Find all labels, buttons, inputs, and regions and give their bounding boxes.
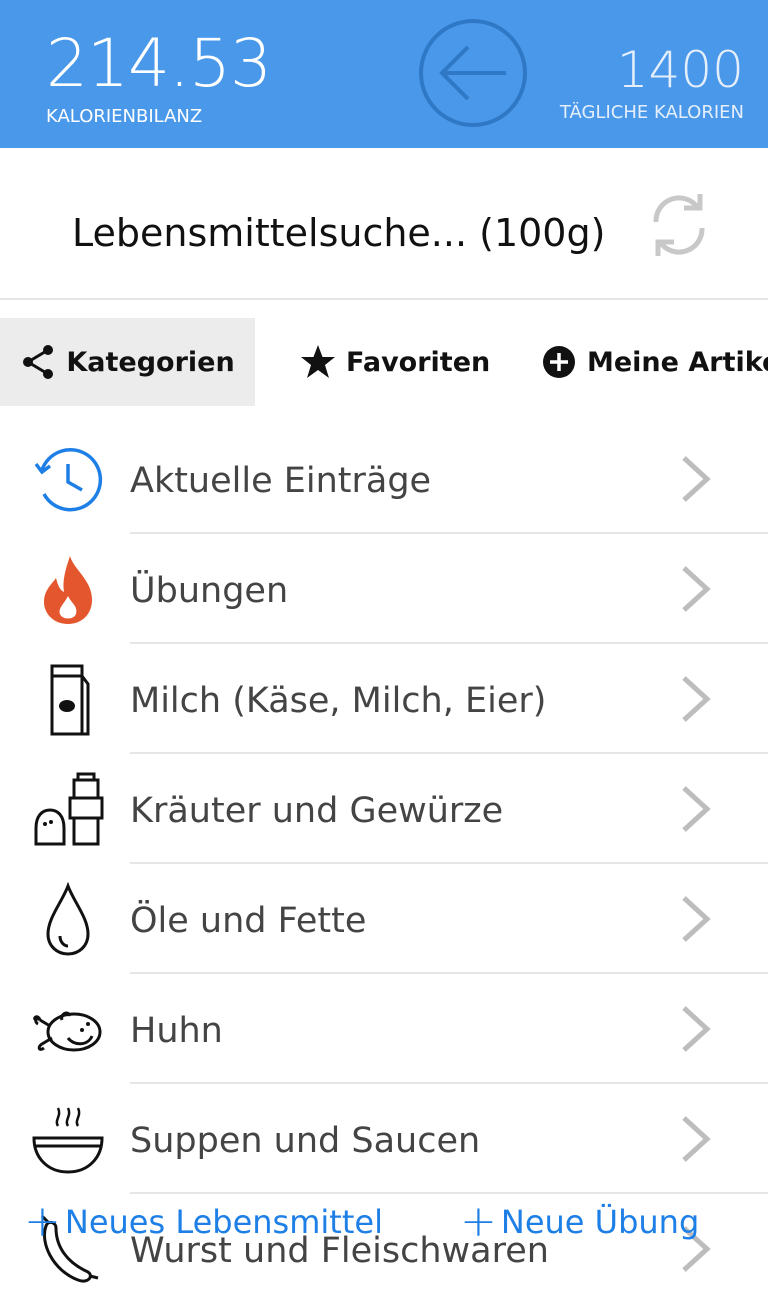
list-item-label: Öle und Fette: [130, 901, 367, 941]
chevron-right-icon: [682, 896, 711, 942]
new-food-button[interactable]: + Neues Lebensmittel: [24, 1200, 383, 1244]
salt-pepper-icon: [30, 772, 106, 848]
list-item-aktuelle-eintraege[interactable]: Aktuelle Einträge: [0, 424, 768, 534]
chevron-right-icon: [682, 1006, 711, 1052]
list-item-label: Übungen: [130, 571, 289, 611]
list-item-label: Huhn: [130, 1011, 223, 1051]
new-exercise-button[interactable]: + Neue Übung: [460, 1200, 699, 1244]
list-item-label: Aktuelle Einträge: [130, 461, 432, 501]
calorie-balance-label: KALORIENBILANZ: [46, 106, 203, 127]
plus-icon: +: [460, 1196, 497, 1247]
soup-bowl-icon: [30, 1102, 106, 1178]
chevron-right-icon: [682, 456, 711, 502]
list-item-milch[interactable]: Milch (Käse, Milch, Eier): [0, 644, 768, 754]
tab-favoriten[interactable]: Favoriten: [300, 318, 490, 406]
tab-favoriten-label: Favoriten: [346, 346, 491, 378]
chevron-right-icon: [682, 1116, 711, 1162]
share-icon: [23, 345, 54, 379]
header-bar: 214.53 KALORIENBILANZ 1400 TÄGLICHE KALO…: [0, 0, 768, 148]
list-item-label: Suppen und Saucen: [130, 1121, 481, 1161]
star-icon: [301, 345, 335, 378]
tab-kategorien[interactable]: Kategorien: [0, 318, 255, 406]
list-item-kraeuter[interactable]: Kräuter und Gewürze: [0, 754, 768, 864]
food-search-title[interactable]: Lebensmittelsuche... (100g): [72, 208, 605, 258]
list-item-uebungen[interactable]: Übungen: [0, 534, 768, 644]
tab-meine-artikel[interactable]: Meine Artikel: [541, 318, 768, 406]
arrow-left-icon: [419, 19, 527, 127]
chevron-right-icon: [682, 676, 711, 722]
new-exercise-label: Neue Übung: [500, 1203, 700, 1241]
action-bar: + Neues Lebensmittel + Neue Übung: [0, 1200, 768, 1260]
list-item-label: Milch (Käse, Milch, Eier): [130, 681, 547, 721]
oil-drop-icon: [30, 881, 106, 958]
chicken-icon: [30, 992, 106, 1068]
daily-calories-label: TÄGLICHE KALORIEN: [559, 102, 744, 123]
list-item-suppen[interactable]: Suppen und Saucen: [0, 1084, 768, 1194]
chevron-right-icon: [682, 786, 711, 832]
daily-calories-value: 1400: [616, 41, 744, 99]
back-button[interactable]: [418, 18, 528, 128]
tab-meine-artikel-label: Meine Artikel: [587, 346, 768, 378]
tab-kategorien-label: Kategorien: [66, 346, 235, 378]
refresh-icon: [653, 194, 705, 256]
list-item-oele[interactable]: Öle und Fette: [0, 864, 768, 974]
history-clock-icon: [30, 442, 106, 518]
list-item-label: Kräuter und Gewürze: [130, 791, 504, 831]
refresh-button[interactable]: [648, 190, 710, 264]
fire-icon: [30, 552, 106, 628]
list-item-huhn[interactable]: Huhn: [0, 974, 768, 1084]
daily-calories-block: 1400 TÄGLICHE KALORIEN: [560, 40, 744, 124]
new-food-label: Neues Lebensmittel: [64, 1203, 383, 1241]
calorie-balance-value: 214.53: [46, 25, 272, 102]
calorie-balance-block: 214.53 KALORIENBILANZ: [46, 24, 272, 128]
plus-circle-icon: [543, 346, 575, 378]
chevron-right-icon: [682, 566, 711, 612]
plus-icon: +: [24, 1196, 61, 1247]
milk-carton-icon: [30, 662, 106, 738]
tab-bar: Kategorien Favoriten Meine Artikel: [0, 318, 768, 406]
